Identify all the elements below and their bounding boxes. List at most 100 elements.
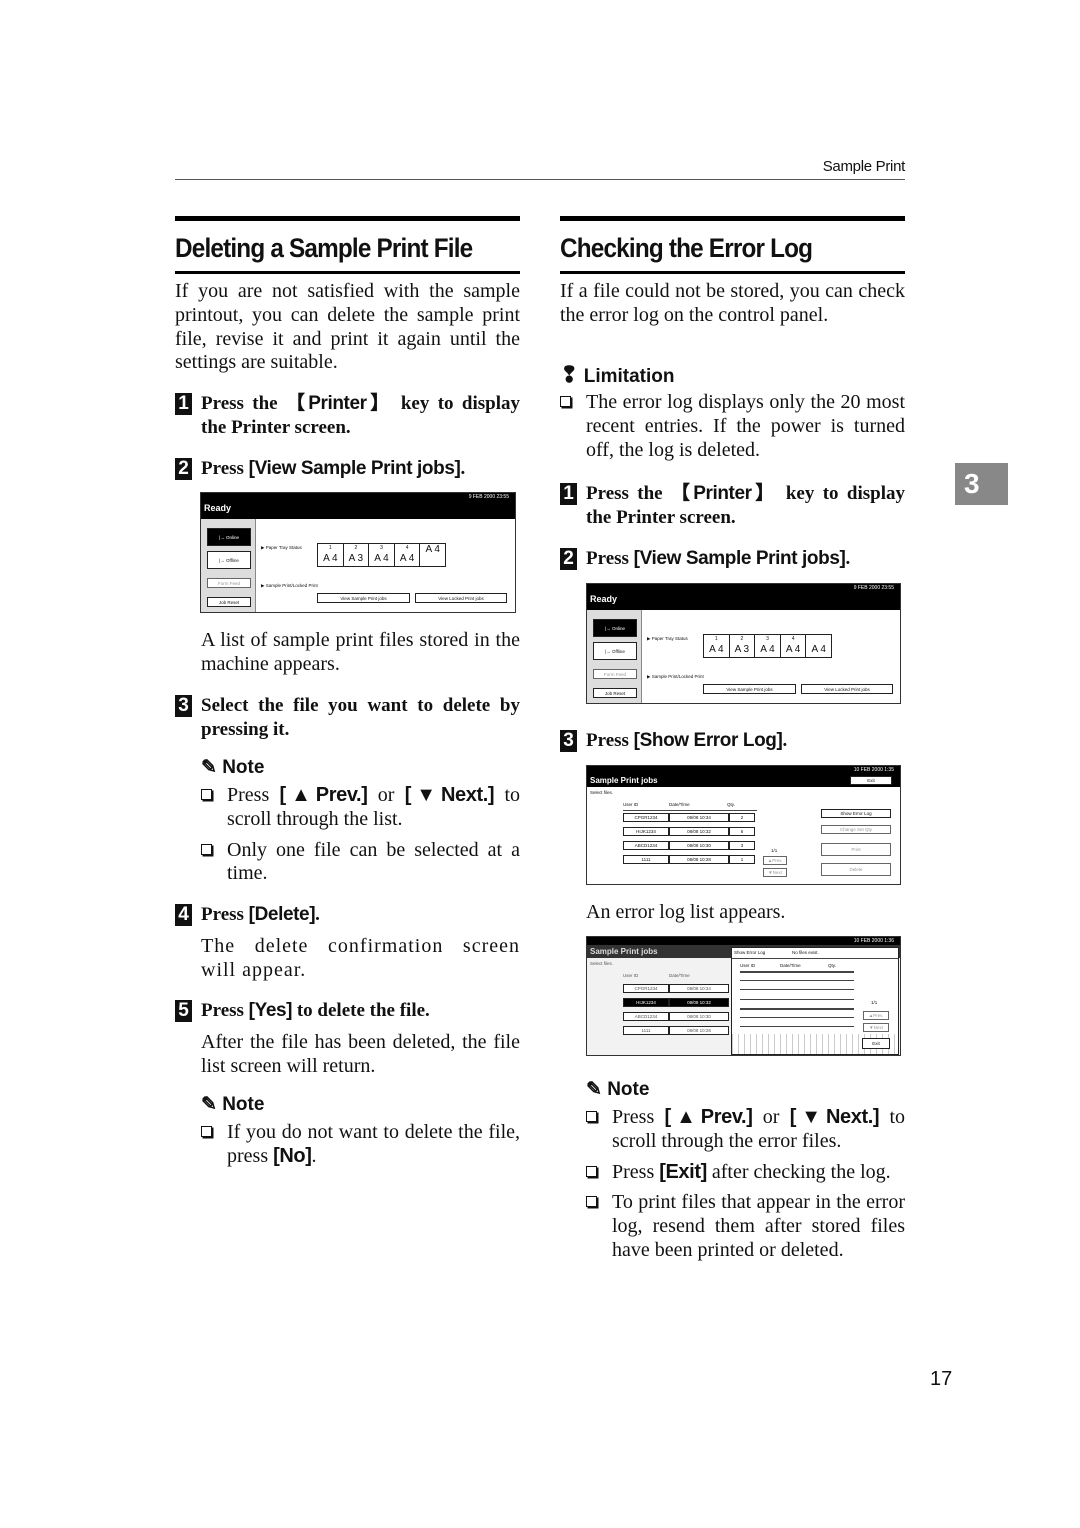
dialog-message: No files exist. — [792, 950, 819, 955]
online-button[interactable]: |→ Online — [207, 528, 251, 546]
job-row[interactable]: 1111 08/08 10:28 1 — [623, 855, 755, 864]
note-item: Press [Exit] after checking the log. — [586, 1161, 905, 1185]
column-user-id: User ID — [623, 802, 639, 807]
view-sample-key: [View Sample Print jobs] — [633, 548, 846, 569]
offline-button[interactable]: |→ Offline — [207, 551, 251, 569]
print-button[interactable]: Print — [821, 843, 891, 856]
step-2-result: A list of sample print files stored in t… — [201, 629, 520, 675]
job-reset-button[interactable]: Job Reset — [207, 597, 251, 607]
view-locked-print-jobs-button[interactable]: View Locked Print jobs — [415, 593, 507, 603]
checkbox-bullet-icon — [586, 1165, 597, 1177]
job-row[interactable]: HIJK1234 08/08 10:32 6 — [623, 827, 755, 836]
step-2: 2 Press [View Sample Print jobs]. — [175, 457, 520, 481]
paper-tray-label: ▶ Paper Tray Status — [647, 636, 688, 641]
log-row-line — [740, 971, 854, 973]
header-rule — [623, 810, 757, 811]
checkbox-bullet-icon — [586, 1111, 597, 1122]
chapter-tab: 3 — [955, 463, 1008, 505]
title-rule-bottom — [560, 271, 905, 274]
pencil-icon: ✎ — [201, 757, 217, 778]
log-row-line — [740, 989, 854, 990]
screen-datetime: 10 FEB 2000 1:35 — [587, 766, 900, 774]
screen-datetime: 9 FEB 2000 23:55 — [201, 493, 515, 501]
section-error-log: Checking the Error Log — [560, 216, 905, 274]
checkbox-bullet-icon — [201, 1126, 212, 1137]
exit-button[interactable]: Exit — [862, 1038, 890, 1049]
section-title: Checking the Error Log — [560, 233, 813, 263]
view-locked-print-jobs-button[interactable]: View Locked Print jobs — [801, 684, 893, 694]
note-block-3: ✎ Note Press [▲Prev.] or [▼Next.] to scr… — [586, 1079, 905, 1263]
note-block-1: ✎ Note Press [▲Prev.] or [▼Next.] to scr… — [201, 757, 520, 886]
printer-key: 【Printer】 — [285, 393, 393, 414]
intro-paragraph: If you are not satisfied with the sample… — [175, 280, 520, 374]
note-block-2: ✎ Note If you do not want to delete the … — [201, 1094, 520, 1169]
column-qty: Qty. — [828, 963, 836, 968]
offline-button[interactable]: |→ Offline — [593, 642, 637, 660]
tray-3: 3A 4 — [369, 544, 395, 566]
sample-print-jobs-screen: 10 FEB 2000 1:35 Sample Print jobs Exit … — [586, 765, 901, 885]
select-files-label: Select files. — [590, 961, 614, 966]
prev-button[interactable]: ▲Prev. — [863, 1011, 889, 1020]
tray-1: 1A 4 — [704, 635, 730, 657]
job-reset-button[interactable]: Job Reset — [593, 688, 637, 698]
step-text: Press — [201, 458, 249, 479]
step-number: 4 — [175, 904, 192, 926]
view-sample-key: [View Sample Print jobs] — [248, 458, 461, 479]
view-sample-print-jobs-button[interactable]: View Sample Print jobs — [703, 684, 796, 694]
tray-3: 3A 4 — [755, 635, 781, 657]
section-title: Deleting a Sample Print File — [175, 233, 473, 263]
form-feed-button[interactable]: Form Feed — [207, 578, 251, 588]
delete-key: [Delete] — [248, 904, 316, 925]
tray-2: 2A 3 — [730, 635, 756, 657]
show-error-log-button[interactable]: Show Error Log — [821, 809, 891, 818]
error-log-screen: 10 FEB 2000 1:36 Sample Print jobs Selec… — [586, 936, 901, 1056]
note-heading: ✎ Note — [201, 1094, 265, 1115]
next-button[interactable]: ▼Next — [763, 868, 787, 877]
paper-tray-status: 1A 4 2A 3 3A 4 4A 4 A 4 — [317, 543, 446, 567]
job-row: CPGR1234 08/08 10:34 — [623, 984, 729, 993]
limitation-item: The error log displays only the 20 most … — [560, 391, 905, 462]
job-row[interactable]: ABCD1234 08/08 10:30 3 — [623, 841, 755, 850]
step-text: Press — [586, 730, 634, 751]
job-row[interactable]: CPGR1234 08/08 10:34 2 — [623, 813, 755, 822]
step-1: 1 Press the 【Printer】 key to display the… — [560, 482, 905, 529]
step-5: 5 Press [Yes] to delete the file. — [175, 999, 520, 1023]
checkbox-bullet-icon — [560, 396, 571, 407]
exclamation-icon: ❢ — [560, 362, 579, 387]
note-item: If you do not want to delete the file, p… — [201, 1121, 520, 1169]
form-feed-button[interactable]: Form Feed — [593, 669, 637, 679]
log-row-line — [740, 999, 854, 1000]
step-number: 5 — [175, 1000, 192, 1022]
exit-button[interactable]: Exit — [850, 776, 892, 785]
prev-button[interactable]: ▲Prev. — [763, 856, 787, 865]
tray-bypass: A 4 — [425, 544, 440, 555]
paper-tray-status: 1A 4 2A 3 3A 4 4A 4 A 4 — [703, 634, 832, 658]
sample-locked-label: ▶ Sample Print/Locked Print — [647, 674, 704, 679]
log-row-line — [740, 1017, 854, 1018]
view-sample-print-jobs-button[interactable]: View Sample Print jobs — [317, 593, 410, 603]
page-number: 17 — [930, 1368, 953, 1390]
online-button[interactable]: |→ Online — [593, 619, 637, 637]
tray-4: 4A 4 — [781, 635, 807, 657]
step-3: 3 Select the file you want to delete by … — [175, 694, 520, 741]
column-user-id: User ID — [740, 963, 756, 968]
step-number: 3 — [175, 695, 192, 717]
job-row: ABCD1234 08/08 10:30 — [623, 1012, 729, 1021]
change-set-qty-button[interactable]: Change Set Qty — [821, 825, 891, 834]
page-indicator: 1/1 — [771, 848, 778, 853]
step-text: Press the — [201, 393, 286, 414]
job-row: 1111 08/08 10:28 — [623, 1026, 729, 1035]
log-row-line — [740, 1008, 854, 1010]
step-5-result: After the file has been deleted, the fil… — [201, 1031, 520, 1077]
delete-button[interactable]: Delete — [821, 863, 891, 876]
tray-1: 1A 4 — [318, 544, 344, 566]
limitation-heading: ❢ Limitation — [560, 362, 675, 388]
next-button[interactable]: ▼Next — [863, 1023, 889, 1032]
step-number: 1 — [175, 393, 192, 415]
note-heading: ✎ Note — [201, 757, 265, 778]
screen-datetime: 9 FEB 2000 23:55 — [587, 584, 900, 592]
step-number: 2 — [175, 458, 192, 480]
show-error-log-key: [Show Error Log] — [633, 730, 783, 751]
pencil-icon: ✎ — [201, 1094, 217, 1115]
step-text: Press — [201, 904, 249, 925]
